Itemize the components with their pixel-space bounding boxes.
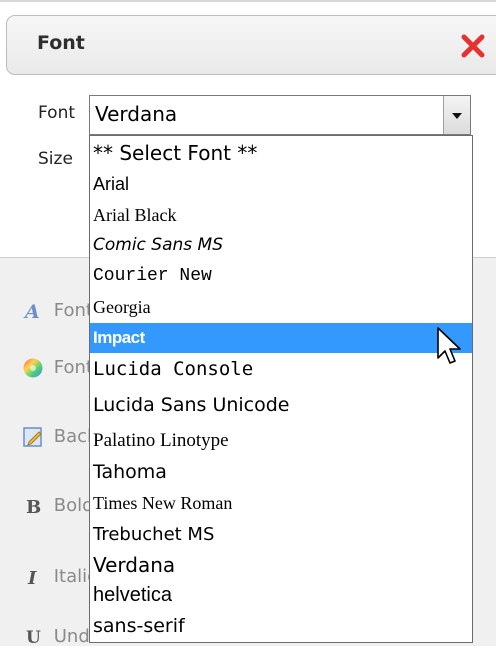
svg-text:U: U (26, 628, 41, 648)
chevron-down-icon[interactable] (443, 96, 470, 134)
dialog-title: Font (37, 32, 85, 54)
font-select[interactable]: Verdana (89, 95, 471, 135)
font-option[interactable]: Lucida Sans Unicode (90, 385, 472, 425)
font-option[interactable]: Verdana (90, 550, 472, 580)
font-option[interactable]: Palatino Linotype (90, 425, 472, 457)
close-icon (461, 34, 485, 58)
font-select-value: Verdana (95, 102, 178, 126)
close-button[interactable] (460, 33, 486, 59)
italic-icon: I (27, 568, 37, 588)
font-option[interactable]: Trebuchet MS (90, 519, 472, 550)
font-option[interactable]: Courier New (90, 261, 472, 292)
font-option-highlighted[interactable]: Impact (90, 323, 472, 353)
svg-text:I: I (27, 568, 37, 588)
font-label: Font (38, 103, 76, 123)
side-item-label: Font (53, 300, 93, 321)
side-item-label: Font (53, 357, 93, 378)
font-dropdown-list[interactable]: ** Select Font ** Arial Arial Black Comi… (89, 135, 473, 643)
font-option[interactable]: ** Select Font ** (90, 139, 472, 167)
font-option[interactable]: Arial Black (90, 200, 472, 230)
color-wheel-icon (23, 358, 43, 378)
font-option[interactable]: Times New Roman (90, 488, 472, 519)
svg-text:A: A (23, 301, 40, 322)
svg-text:B: B (26, 497, 41, 517)
side-item-label: Bold (53, 495, 94, 516)
size-label: Size (38, 149, 73, 169)
panel-top-border (0, 0, 496, 2)
font-option[interactable]: Georgia (90, 292, 472, 323)
dialog-header: Font (6, 15, 496, 75)
font-option[interactable]: sans-serif (90, 611, 472, 642)
font-option[interactable]: Tahoma (90, 457, 472, 488)
font-option[interactable]: helvetica (90, 580, 472, 611)
font-option[interactable]: Arial (90, 169, 472, 200)
font-option[interactable]: Lucida Console (90, 353, 472, 385)
font-color-icon: A (23, 301, 40, 322)
font-option[interactable]: Comic Sans MS (90, 230, 472, 261)
bold-icon: B (26, 497, 41, 517)
edit-icon (23, 427, 42, 447)
